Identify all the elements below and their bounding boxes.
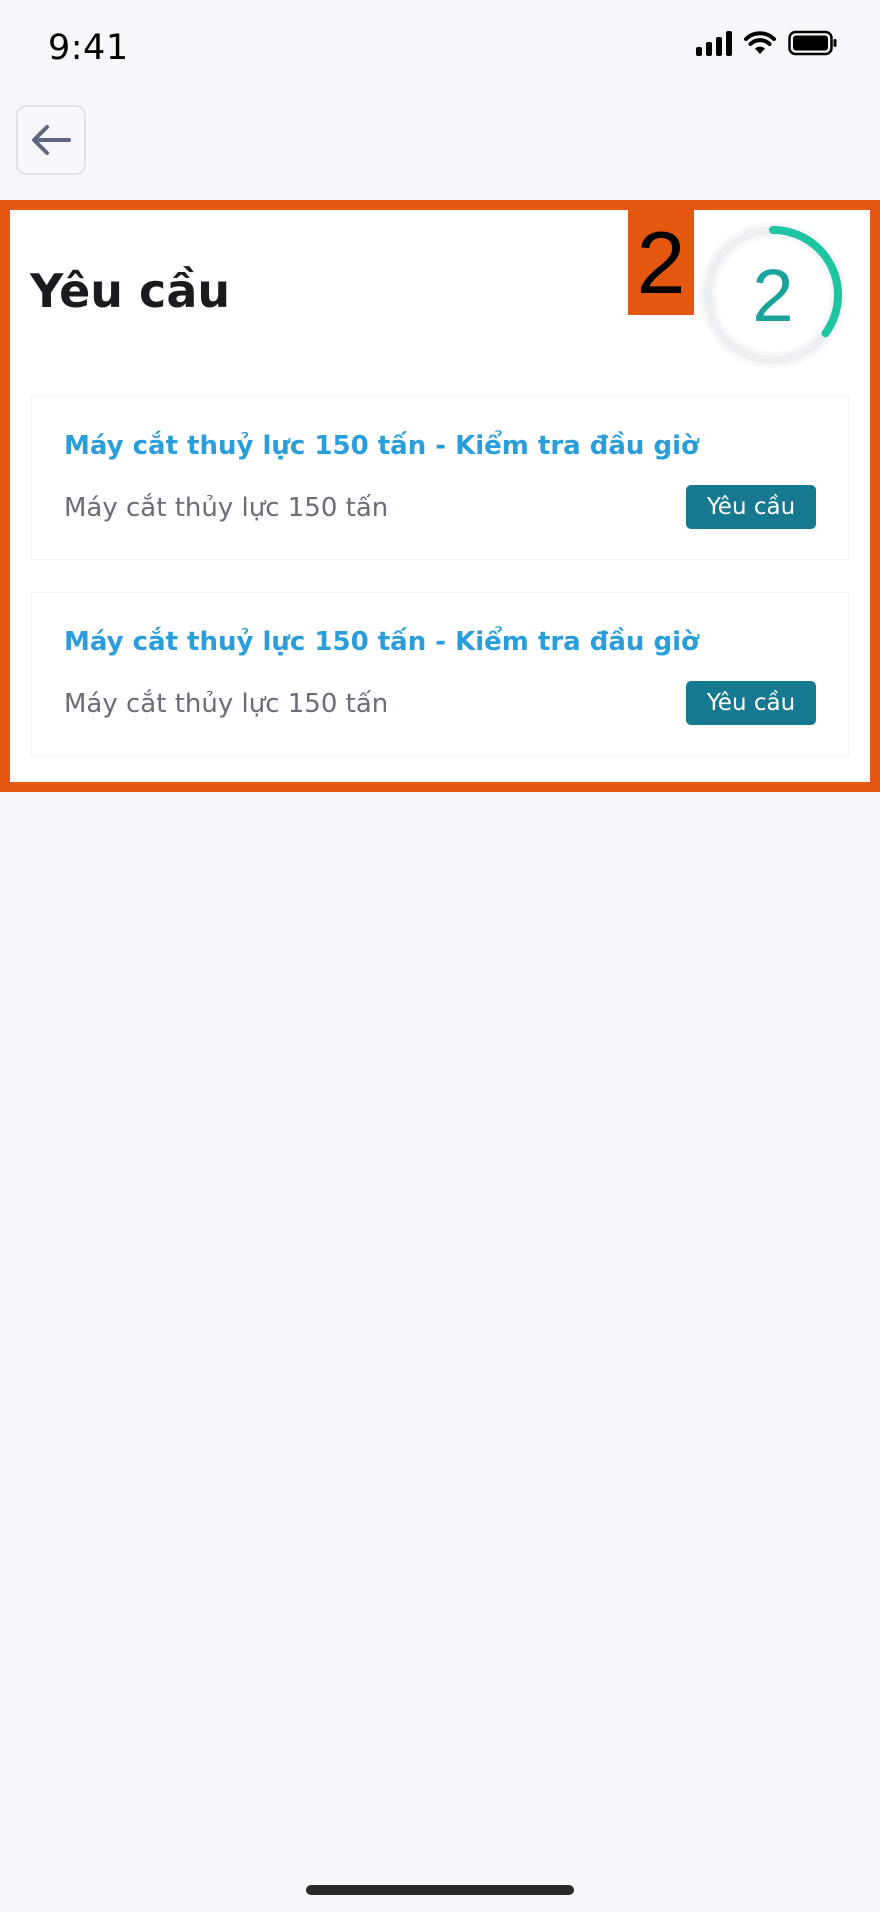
status-time: 9:41	[48, 28, 129, 68]
battery-icon	[788, 30, 837, 56]
request-title[interactable]: Máy cắt thuỷ lực 150 tấn - Kiểm tra đầu …	[64, 431, 699, 461]
request-title[interactable]: Máy cắt thuỷ lực 150 tấn - Kiểm tra đầu …	[64, 627, 699, 657]
progress-count: 2	[752, 253, 794, 337]
page-title: Yêu cầu	[30, 264, 231, 318]
wifi-icon	[744, 31, 776, 54]
request-button[interactable]: Yêu cầu	[686, 485, 816, 529]
request-card[interactable]: Máy cắt thuỷ lực 150 tấn - Kiểm tra đầu …	[32, 593, 848, 755]
back-button[interactable]	[16, 105, 86, 175]
request-subtitle: Máy cắt thủy lực 150 tấn	[64, 689, 389, 719]
cellular-signal-icon	[696, 30, 732, 56]
status-icons	[696, 30, 838, 56]
request-button[interactable]: Yêu cầu	[686, 681, 816, 725]
annotation-marker: 2	[628, 210, 694, 315]
status-bar: 9:41	[0, 0, 880, 100]
request-subtitle: Máy cắt thủy lực 150 tấn	[64, 493, 389, 523]
arrow-left-icon	[32, 125, 71, 155]
home-indicator[interactable]	[306, 1885, 574, 1895]
request-card[interactable]: Máy cắt thuỷ lực 150 tấn - Kiểm tra đầu …	[32, 397, 848, 559]
